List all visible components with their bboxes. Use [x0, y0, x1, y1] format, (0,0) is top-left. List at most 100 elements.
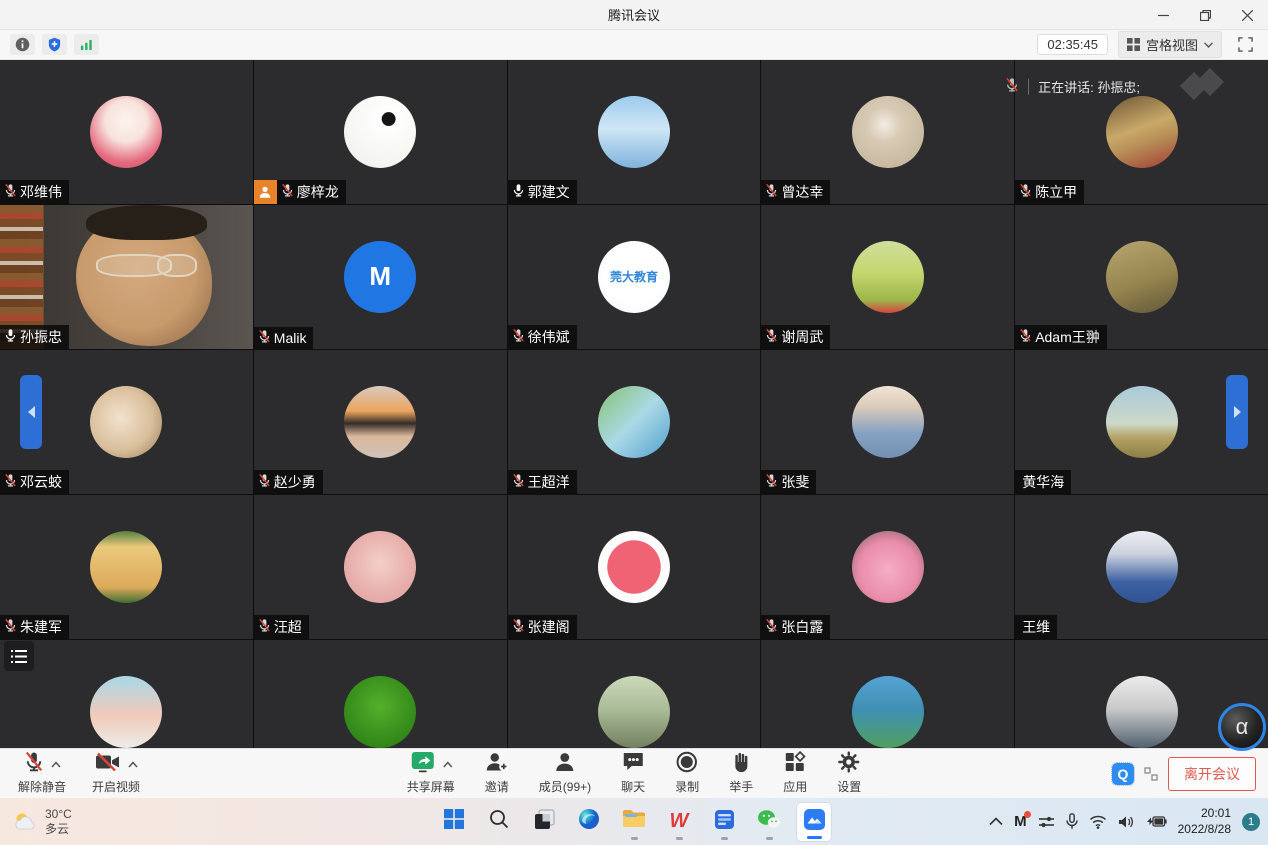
raise-hand-icon	[731, 751, 751, 778]
participant-tile[interactable]: 莞大教育徐伟斌	[508, 205, 761, 349]
participant-tile[interactable]: 张建阁	[508, 495, 761, 639]
alpha-floating-icon[interactable]: α	[1218, 703, 1266, 751]
avatar	[598, 386, 670, 458]
participant-tile[interactable]: 邓维伟	[0, 60, 253, 204]
participant-tile[interactable]: 张斐	[761, 350, 1014, 494]
mic-muted-icon	[258, 618, 271, 636]
start-video-button[interactable]: 开启视频	[92, 752, 140, 795]
raise-hand-button[interactable]: 举手	[729, 752, 753, 795]
chat-button[interactable]: 聊天	[621, 752, 645, 795]
avatar	[90, 531, 162, 603]
volume-icon[interactable]	[1118, 815, 1134, 829]
participant-tile[interactable]: 王维	[1015, 495, 1268, 639]
participant-name-label: 张建阁	[508, 615, 577, 639]
docs-app-icon	[714, 809, 735, 835]
restore-icon	[1200, 10, 1211, 21]
avatar	[344, 676, 416, 748]
battery-icon[interactable]	[1145, 815, 1167, 828]
weather-temp: 30°C	[45, 807, 72, 821]
wechat-taskbar-button[interactable]	[751, 802, 787, 842]
q-app-icon[interactable]: Q	[1112, 763, 1134, 785]
edge-taskbar-button[interactable]	[571, 802, 607, 842]
start-taskbar-button[interactable]	[436, 802, 472, 842]
chevron-up-icon[interactable]	[128, 755, 138, 773]
participant-tile[interactable]: 郭建文	[508, 60, 761, 204]
participant-tile[interactable]: 王超洋	[508, 350, 761, 494]
settings-button[interactable]: 设置	[837, 752, 861, 795]
start-icon	[443, 808, 465, 835]
participant-tile[interactable]: 谢周武	[761, 205, 1014, 349]
search-taskbar-button[interactable]	[481, 802, 517, 842]
camera-off-icon	[95, 752, 121, 777]
tray-chevron-icon[interactable]	[989, 817, 1003, 826]
restore-button[interactable]	[1184, 0, 1226, 30]
wifi-icon[interactable]	[1089, 815, 1107, 829]
participant-tile[interactable]: 曾达幸	[761, 60, 1014, 204]
tune-icon[interactable]	[1038, 815, 1055, 829]
participant-tile[interactable]: 廖梓龙	[254, 60, 507, 204]
fullscreen-icon	[1238, 37, 1253, 52]
participant-tile[interactable]	[254, 640, 507, 748]
mic-muted-icon	[765, 328, 778, 346]
button-label: 举手	[729, 778, 753, 795]
network-status-button[interactable]	[74, 34, 99, 55]
mic-muted-icon	[1019, 183, 1032, 201]
window-title: 腾讯会议	[0, 5, 1268, 24]
invite-button[interactable]: 邀请	[485, 752, 509, 795]
notification-badge[interactable]: 1	[1242, 813, 1260, 831]
participant-tile[interactable]: Adam王翀	[1015, 205, 1268, 349]
participant-tile[interactable]: 朱建军	[0, 495, 253, 639]
layout-view-button[interactable]: 宫格视图	[1118, 31, 1222, 58]
fullscreen-button[interactable]	[1232, 34, 1258, 56]
participant-tile[interactable]: 赵少勇	[254, 350, 507, 494]
mail-icon[interactable]: M	[1014, 813, 1027, 830]
avatar	[852, 531, 924, 603]
record-icon	[676, 751, 698, 778]
participant-tile[interactable]: 孙振忠	[0, 205, 253, 349]
meeting-app-taskbar-button[interactable]	[796, 802, 832, 842]
participant-name-label: 孙振忠	[0, 325, 69, 349]
weather-widget[interactable]: 30°C 多云	[12, 807, 72, 836]
speaking-text: 正在讲话: 孙振忠;	[1038, 77, 1140, 96]
file-explorer-taskbar-button[interactable]	[616, 802, 652, 842]
next-page-button[interactable]	[1226, 375, 1248, 449]
apps-button[interactable]: 应用	[783, 752, 807, 795]
previous-page-button[interactable]	[20, 375, 42, 449]
avatar: 莞大教育	[598, 241, 670, 313]
clock-widget[interactable]: 20:01 2022/8/28	[1178, 806, 1231, 837]
mini-window-icon[interactable]	[1144, 767, 1158, 781]
unmute-button[interactable]: 解除静音	[18, 752, 66, 795]
chevron-down-icon	[1204, 42, 1213, 48]
mic-on-icon	[4, 328, 17, 346]
task-view-taskbar-button[interactable]	[526, 802, 562, 842]
chevron-up-icon[interactable]	[51, 755, 61, 773]
participant-name-label: 朱建军	[0, 615, 69, 639]
chevron-up-icon[interactable]	[442, 755, 452, 773]
participant-tile[interactable]: MMalik	[254, 205, 507, 349]
info-icon	[15, 37, 30, 52]
security-button[interactable]	[42, 34, 67, 55]
docs-app-taskbar-button[interactable]	[706, 802, 742, 842]
wps-taskbar-button[interactable]: W	[661, 802, 697, 842]
participant-tile[interactable]	[508, 640, 761, 748]
participant-name-label: 邓云蛟	[0, 470, 69, 494]
share-screen-button[interactable]: 共享屏幕	[407, 752, 455, 795]
mic-muted-icon	[1019, 328, 1032, 346]
mic-tray-icon[interactable]	[1066, 813, 1078, 830]
participant-tile[interactable]	[761, 640, 1014, 748]
button-label: 解除静音	[18, 778, 66, 795]
leave-meeting-button[interactable]: 离开会议	[1168, 757, 1256, 791]
members-button[interactable]: 成员(99+)	[539, 752, 591, 795]
close-button[interactable]	[1226, 0, 1268, 30]
avatar	[90, 96, 162, 168]
avatar	[852, 241, 924, 313]
avatar	[852, 676, 924, 748]
record-button[interactable]: 录制	[675, 752, 699, 795]
participant-tile[interactable]: 汪超	[254, 495, 507, 639]
meeting-info-button[interactable]	[10, 34, 35, 55]
member-list-button[interactable]	[4, 641, 34, 671]
participant-tile[interactable]: 张白露	[761, 495, 1014, 639]
participant-tile[interactable]	[0, 640, 253, 748]
participant-name-label: 邓维伟	[0, 180, 69, 204]
minimize-button[interactable]	[1142, 0, 1184, 30]
